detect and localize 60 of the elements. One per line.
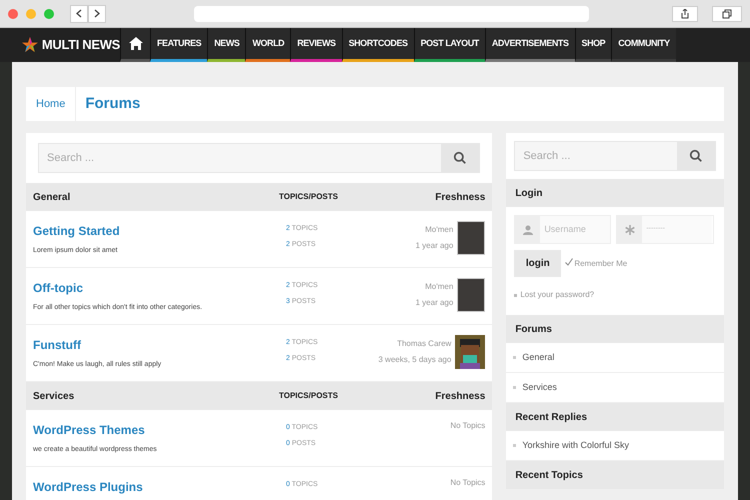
forum-title-link[interactable]: WordPress Themes [33,421,279,439]
widget-header: Recent Replies [506,403,724,431]
site-logo-text[interactable]: MULTI NEWS [42,35,120,55]
nav-link[interactable]: NEWS [207,28,246,62]
tabs-button[interactable] [712,6,742,22]
sidebar-link[interactable]: General [506,343,724,373]
home-nav-link[interactable] [120,28,150,62]
avatar-photo-placeholder [457,221,486,255]
username-field[interactable]: Username [514,215,612,244]
avatar-photo-placeholder [457,278,486,312]
search-input[interactable]: Search ... [39,144,442,172]
forward-button[interactable] [88,4,106,22]
nav-link[interactable]: COMMUNITY [611,28,676,62]
home-breadcrumb-link[interactable]: Home [26,87,76,121]
search-bar[interactable]: Search ... [514,141,716,171]
column-header: TOPICS/POSTS [279,390,339,402]
forum-title-link[interactable]: Getting Started [33,222,279,240]
forum-title-link[interactable]: Funstuff [33,336,279,354]
login-button[interactable]: login [514,250,562,277]
star-logo-icon [22,35,38,55]
nav-link[interactable]: SHORTCODES [342,28,414,62]
search-bar[interactable]: Search ... [38,143,480,173]
nav-link[interactable]: REVIEWS [290,28,342,62]
cartoon-avatar-icon [455,335,486,369]
search-icon [453,151,468,165]
no-topics-text: No Topics [450,420,486,432]
asterisk-icon [624,224,635,234]
nav-link[interactable]: WORLD [245,28,290,62]
column-header: Freshness [434,390,486,404]
search-button[interactable] [677,142,715,170]
chevron-left-icon [76,9,82,18]
nav-link[interactable]: ADVERTISEMENTS [484,28,575,62]
widget-header: Login [506,179,724,207]
share-button[interactable] [672,6,698,22]
username-input[interactable]: Username [540,216,610,243]
search-icon [689,149,703,163]
forum-title-link[interactable]: WordPress Plugins [33,478,279,496]
back-button[interactable] [70,4,88,22]
post-time: 1 year ago [416,297,454,309]
search-input[interactable]: Search ... [515,142,677,170]
share-icon [681,8,689,18]
home-icon [128,37,142,50]
group-name: General [33,190,72,204]
nav-link[interactable]: POST LAYOUT [414,28,485,62]
user-icon [522,224,533,234]
post-time: 1 year ago [416,240,454,252]
column-header: Freshness [434,190,486,204]
group-name: Services [33,390,76,404]
forum-title-link[interactable]: Off-topic [33,279,279,297]
nav-link[interactable]: SHOP [574,28,612,62]
chevron-right-icon [94,9,100,18]
post-time: 3 weeks, 5 days ago [378,354,452,366]
widget-header: Recent Topics [506,461,724,489]
tabs-icon [722,8,732,18]
search-button[interactable] [441,144,480,172]
no-topics-text: No Topics [450,477,486,489]
page-title: Forums [84,94,140,114]
column-header: TOPICS/POSTS [279,191,339,203]
widget-header: Forums [506,315,724,343]
nav-link[interactable]: FEATURES [150,28,208,62]
